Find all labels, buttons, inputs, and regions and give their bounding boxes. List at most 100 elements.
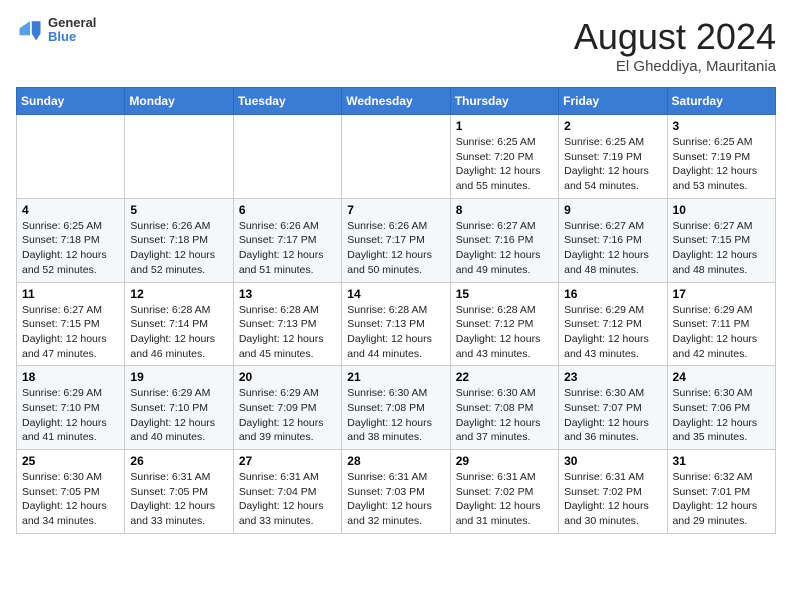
day-number: 12 (130, 287, 227, 301)
calendar-cell: 10 Sunrise: 6:27 AMSunset: 7:15 PMDayligh… (667, 198, 775, 282)
day-number: 23 (564, 370, 661, 384)
day-number: 9 (564, 203, 661, 217)
day-number: 10 (673, 203, 770, 217)
day-number: 22 (456, 370, 553, 384)
calendar-cell: 13 Sunrise: 6:28 AMSunset: 7:13 PMDayligh… (233, 282, 341, 366)
calendar-header-wednesday: Wednesday (342, 88, 450, 115)
day-number: 11 (22, 287, 119, 301)
day-number: 17 (673, 287, 770, 301)
day-info: Sunrise: 6:25 AMSunset: 7:20 PMDaylight:… (456, 135, 553, 194)
day-number: 15 (456, 287, 553, 301)
day-info: Sunrise: 6:29 AMSunset: 7:10 PMDaylight:… (22, 386, 119, 445)
day-info: Sunrise: 6:29 AMSunset: 7:09 PMDaylight:… (239, 386, 336, 445)
day-info: Sunrise: 6:28 AMSunset: 7:13 PMDaylight:… (239, 303, 336, 362)
title-block: August 2024 El Gheddiya, Mauritania (574, 16, 776, 75)
calendar-cell: 26 Sunrise: 6:31 AMSunset: 7:05 PMDayligh… (125, 450, 233, 534)
day-info: Sunrise: 6:26 AMSunset: 7:18 PMDaylight:… (130, 219, 227, 278)
day-info: Sunrise: 6:25 AMSunset: 7:18 PMDaylight:… (22, 219, 119, 278)
day-info: Sunrise: 6:27 AMSunset: 7:16 PMDaylight:… (456, 219, 553, 278)
day-number: 4 (22, 203, 119, 217)
logo-text-blue: Blue (48, 30, 96, 44)
calendar-cell (342, 115, 450, 199)
calendar-cell: 1 Sunrise: 6:25 AMSunset: 7:20 PMDaylight… (450, 115, 558, 199)
day-info: Sunrise: 6:28 AMSunset: 7:13 PMDaylight:… (347, 303, 444, 362)
calendar-cell: 21 Sunrise: 6:30 AMSunset: 7:08 PMDayligh… (342, 366, 450, 450)
day-number: 28 (347, 454, 444, 468)
calendar-header-friday: Friday (559, 88, 667, 115)
calendar-cell: 2 Sunrise: 6:25 AMSunset: 7:19 PMDaylight… (559, 115, 667, 199)
calendar-week-4: 18 Sunrise: 6:29 AMSunset: 7:10 PMDayligh… (17, 366, 776, 450)
day-number: 25 (22, 454, 119, 468)
calendar-cell: 6Sunrise: 6:26 AMSunset: 7:17 PMDaylight… (233, 198, 341, 282)
day-info: Sunrise: 6:27 AMSunset: 7:15 PMDaylight:… (673, 219, 770, 278)
day-info: Sunrise: 6:30 AMSunset: 7:06 PMDaylight:… (673, 386, 770, 445)
month-title: August 2024 (574, 16, 776, 58)
day-info: Sunrise: 6:30 AMSunset: 7:05 PMDaylight:… (22, 470, 119, 529)
calendar-cell: 3Sunrise: 6:25 AMSunset: 7:19 PMDaylight… (667, 115, 775, 199)
calendar-cell: 14 Sunrise: 6:28 AMSunset: 7:13 PMDayligh… (342, 282, 450, 366)
day-number: 20 (239, 370, 336, 384)
day-number: 27 (239, 454, 336, 468)
day-number: 18 (22, 370, 119, 384)
day-number: 21 (347, 370, 444, 384)
calendar-week-2: 4 Sunrise: 6:25 AMSunset: 7:18 PMDaylight… (17, 198, 776, 282)
day-info: Sunrise: 6:30 AMSunset: 7:08 PMDaylight:… (347, 386, 444, 445)
calendar-cell: 15Sunrise: 6:28 AMSunset: 7:12 PMDayligh… (450, 282, 558, 366)
calendar-header-tuesday: Tuesday (233, 88, 341, 115)
day-info: Sunrise: 6:31 AMSunset: 7:02 PMDaylight:… (456, 470, 553, 529)
calendar-cell: 7Sunrise: 6:26 AMSunset: 7:17 PMDaylight… (342, 198, 450, 282)
day-number: 2 (564, 119, 661, 133)
day-info: Sunrise: 6:30 AMSunset: 7:08 PMDaylight:… (456, 386, 553, 445)
day-info: Sunrise: 6:28 AMSunset: 7:14 PMDaylight:… (130, 303, 227, 362)
location: El Gheddiya, Mauritania (574, 58, 776, 75)
calendar-cell: 18 Sunrise: 6:29 AMSunset: 7:10 PMDayligh… (17, 366, 125, 450)
calendar: SundayMondayTuesdayWednesdayThursdayFrid… (16, 87, 776, 534)
calendar-cell: 30 Sunrise: 6:31 AMSunset: 7:02 PMDayligh… (559, 450, 667, 534)
day-info: Sunrise: 6:30 AMSunset: 7:07 PMDaylight:… (564, 386, 661, 445)
day-info: Sunrise: 6:29 AMSunset: 7:12 PMDaylight:… (564, 303, 661, 362)
day-number: 1 (456, 119, 553, 133)
calendar-cell: 29 Sunrise: 6:31 AMSunset: 7:02 PMDayligh… (450, 450, 558, 534)
day-number: 5 (130, 203, 227, 217)
day-info: Sunrise: 6:31 AMSunset: 7:03 PMDaylight:… (347, 470, 444, 529)
calendar-cell: 8Sunrise: 6:27 AMSunset: 7:16 PMDaylight… (450, 198, 558, 282)
calendar-week-1: 1 Sunrise: 6:25 AMSunset: 7:20 PMDaylight… (17, 115, 776, 199)
day-info: Sunrise: 6:31 AMSunset: 7:05 PMDaylight:… (130, 470, 227, 529)
calendar-cell: 24 Sunrise: 6:30 AMSunset: 7:06 PMDayligh… (667, 366, 775, 450)
calendar-cell: 17Sunrise: 6:29 AMSunset: 7:11 PMDayligh… (667, 282, 775, 366)
calendar-header-thursday: Thursday (450, 88, 558, 115)
day-info: Sunrise: 6:26 AMSunset: 7:17 PMDaylight:… (239, 219, 336, 278)
calendar-cell: 20 Sunrise: 6:29 AMSunset: 7:09 PMDayligh… (233, 366, 341, 450)
logo: General Blue (16, 16, 96, 45)
calendar-cell: 4 Sunrise: 6:25 AMSunset: 7:18 PMDaylight… (17, 198, 125, 282)
header: General Blue August 2024 El Gheddiya, Ma… (16, 16, 776, 75)
calendar-cell: 16 Sunrise: 6:29 AMSunset: 7:12 PMDayligh… (559, 282, 667, 366)
day-info: Sunrise: 6:25 AMSunset: 7:19 PMDaylight:… (564, 135, 661, 194)
day-number: 31 (673, 454, 770, 468)
logo-text-general: General (48, 16, 96, 30)
day-number: 16 (564, 287, 661, 301)
day-info: Sunrise: 6:31 AMSunset: 7:04 PMDaylight:… (239, 470, 336, 529)
day-number: 7 (347, 203, 444, 217)
logo-icon (16, 16, 44, 44)
day-number: 3 (673, 119, 770, 133)
day-number: 30 (564, 454, 661, 468)
day-info: Sunrise: 6:31 AMSunset: 7:02 PMDaylight:… (564, 470, 661, 529)
calendar-cell: 12 Sunrise: 6:28 AMSunset: 7:14 PMDayligh… (125, 282, 233, 366)
day-info: Sunrise: 6:27 AMSunset: 7:15 PMDaylight:… (22, 303, 119, 362)
day-info: Sunrise: 6:29 AMSunset: 7:10 PMDaylight:… (130, 386, 227, 445)
calendar-cell: 25 Sunrise: 6:30 AMSunset: 7:05 PMDayligh… (17, 450, 125, 534)
day-info: Sunrise: 6:32 AMSunset: 7:01 PMDaylight:… (673, 470, 770, 529)
calendar-cell (125, 115, 233, 199)
day-number: 19 (130, 370, 227, 384)
calendar-cell (17, 115, 125, 199)
calendar-cell: 31 Sunrise: 6:32 AMSunset: 7:01 PMDayligh… (667, 450, 775, 534)
day-number: 26 (130, 454, 227, 468)
day-number: 24 (673, 370, 770, 384)
calendar-cell (233, 115, 341, 199)
calendar-header-saturday: Saturday (667, 88, 775, 115)
calendar-header-sunday: Sunday (17, 88, 125, 115)
day-number: 14 (347, 287, 444, 301)
day-number: 13 (239, 287, 336, 301)
day-number: 29 (456, 454, 553, 468)
